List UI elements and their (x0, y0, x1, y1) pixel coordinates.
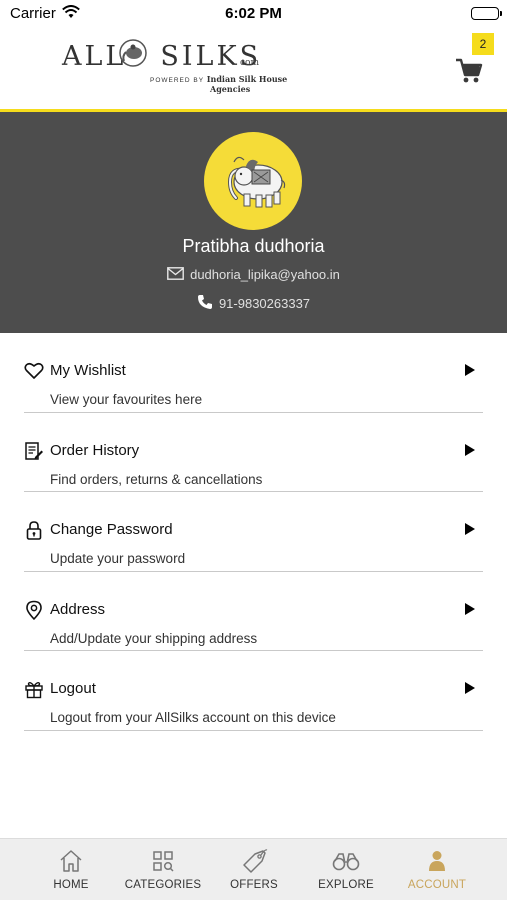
tag-icon (208, 847, 300, 875)
menu-item-wishlist[interactable]: My Wishlist View your favourites here (24, 333, 483, 413)
chevron-right-icon (465, 602, 475, 615)
menu-item-order-history[interactable]: Order History Find orders, returns & can… (24, 413, 483, 492)
categories-icon (117, 847, 209, 875)
tab-categories[interactable]: CATEGORIES (117, 839, 209, 900)
account-menu: My Wishlist View your favourites here Or… (0, 333, 507, 731)
allsilks-logo[interactable]: ALL SILKS com POWERED BY Indian Silk Hous… (62, 38, 287, 94)
logo-wordmark: ALL SILKS (62, 41, 262, 72)
menu-item-title: Change Password (50, 521, 173, 538)
tab-label: EXPLORE (318, 879, 374, 891)
home-icon (25, 847, 117, 875)
tab-account[interactable]: ACCOUNT (391, 839, 483, 900)
gift-icon (24, 679, 44, 699)
heart-icon (24, 361, 44, 381)
logo-com-suffix: com (240, 58, 259, 68)
menu-item-subtitle: Logout from your AllSilks account on thi… (50, 710, 336, 725)
chevron-right-icon (465, 682, 475, 694)
menu-item-address[interactable]: Address Add/Update your shipping address (24, 572, 483, 651)
order-history-icon (24, 441, 44, 461)
logo-powered-by: POWERED BY Indian Silk House (150, 74, 288, 84)
lock-icon (24, 520, 44, 540)
cart-count-badge: 2 (472, 33, 494, 55)
menu-item-title: My Wishlist (50, 362, 126, 379)
elephant-icon (227, 156, 286, 208)
chevron-right-icon (465, 523, 475, 535)
battery-icon (471, 7, 502, 20)
profile-email-row: dudhoria_lipika@yahoo.in (0, 266, 507, 283)
chevron-right-icon (465, 364, 475, 376)
profile-banner: Pratibha dudhoria dudhoria_lipika@yahoo.… (0, 112, 507, 333)
tab-explore[interactable]: EXPLORE (300, 839, 392, 900)
bottom-tab-bar: HOME CATEGORIES OFFERS EXPLORE ACCOUNT (0, 838, 507, 900)
profile-name: Pratibha dudhoria (182, 236, 325, 256)
menu-item-subtitle: Find orders, returns & cancellations (50, 471, 263, 487)
tab-offers[interactable]: OFFERS (208, 839, 300, 900)
status-bar: Carrier 6:02 PM (0, 0, 507, 30)
tab-label: HOME (53, 879, 89, 891)
menu-item-logout[interactable]: Logout Logout from your AllSilks account… (24, 651, 483, 731)
phone-icon (197, 294, 213, 313)
tab-home[interactable]: HOME (25, 839, 117, 900)
cart-icon (456, 58, 483, 83)
chevron-right-icon (465, 443, 475, 456)
person-icon (391, 847, 483, 875)
tab-label: ACCOUNT (407, 879, 467, 891)
location-pin-icon (24, 600, 44, 620)
menu-item-title: Logout (50, 680, 96, 697)
clock: 6:02 PM (225, 5, 282, 22)
profile-avatar[interactable] (204, 132, 302, 230)
profile-email[interactable]: dudhoria_lipika@yahoo.in (190, 267, 340, 282)
menu-item-subtitle: View your favourites here (50, 392, 203, 407)
elephant-emblem-icon (117, 38, 149, 73)
logo-agencies: Agencies (210, 84, 251, 94)
app-header: ALL SILKS com POWERED BY Indian Silk Hous… (0, 30, 507, 112)
envelope-icon (167, 266, 184, 283)
menu-item-title: Address (50, 600, 106, 618)
profile-phone[interactable]: 91-9830263337 (219, 296, 310, 311)
tab-label: CATEGORIES (124, 879, 202, 891)
binoculars-icon (300, 847, 392, 875)
profile-phone-row: 91-9830263337 (0, 294, 507, 313)
menu-item-change-password[interactable]: Change Password Update your password (24, 492, 483, 572)
tab-label: OFFERS (230, 879, 278, 891)
menu-item-subtitle: Add/Update your shipping address (50, 630, 258, 646)
menu-item-subtitle: Update your password (50, 551, 186, 566)
menu-item-title: Order History (50, 441, 140, 459)
